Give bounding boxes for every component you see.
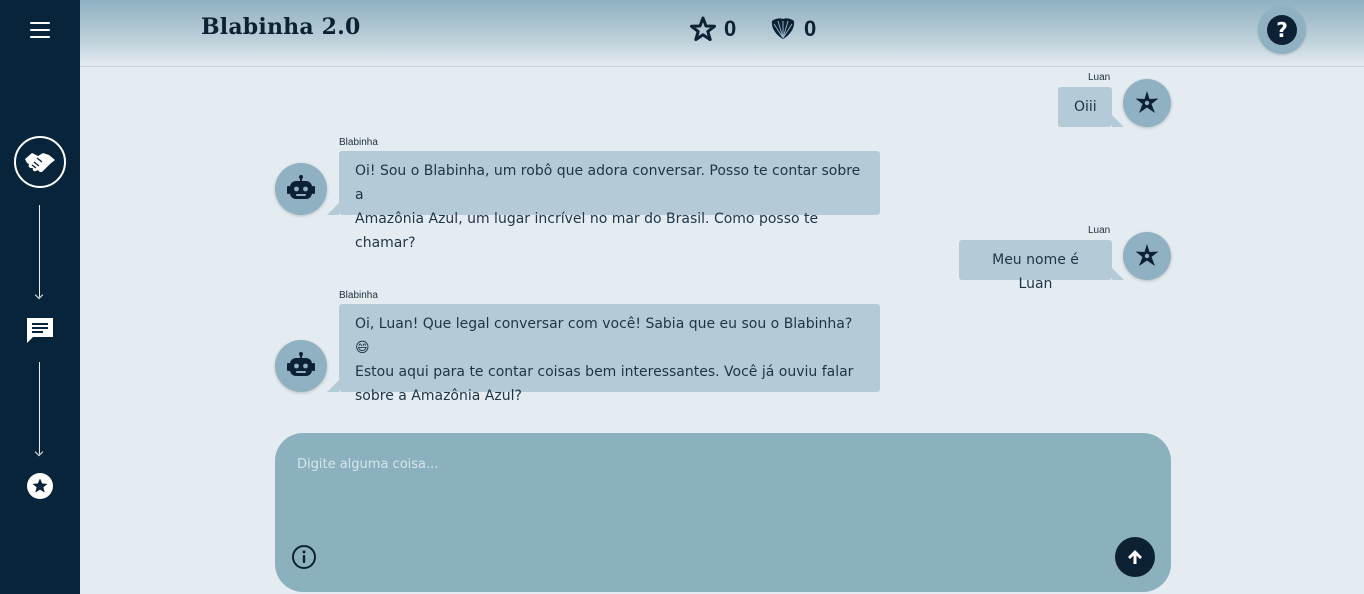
star-icon[interactable] bbox=[26, 472, 54, 500]
shells-counter: 0 bbox=[770, 16, 816, 42]
sidebar bbox=[0, 0, 80, 594]
send-button[interactable] bbox=[1115, 537, 1155, 577]
sender-name: Blabinha bbox=[339, 290, 378, 301]
flow-arrow bbox=[39, 205, 40, 297]
handshake-icon[interactable] bbox=[14, 136, 66, 188]
starfish-icon bbox=[1135, 91, 1159, 113]
message-composer bbox=[275, 433, 1171, 592]
message-text: Meu nome é Luan bbox=[992, 252, 1079, 292]
message-line: sobre a Amazônia Azul? bbox=[355, 388, 522, 404]
shell-icon bbox=[771, 18, 795, 39]
message-line: Amazônia Azul, um lugar incrível no mar … bbox=[355, 211, 819, 251]
flow-arrow bbox=[39, 362, 40, 454]
robot-icon bbox=[287, 352, 315, 376]
sender-name: Luan bbox=[1088, 72, 1111, 83]
info-icon[interactable] bbox=[291, 544, 317, 570]
robot-icon bbox=[287, 175, 315, 199]
top-bar: Blabinha 2.0 0 0 ? bbox=[80, 0, 1364, 67]
shells-count: 0 bbox=[804, 16, 817, 41]
bot-avatar bbox=[275, 163, 327, 215]
help-button[interactable]: ? bbox=[1258, 6, 1306, 54]
menu-icon[interactable] bbox=[28, 20, 52, 40]
chat-icon[interactable] bbox=[26, 316, 54, 344]
message-line: Oi, Luan! Que legal conversar com você! … bbox=[355, 316, 853, 356]
message-line: Estou aqui para te contar coisas bem int… bbox=[355, 364, 854, 380]
user-avatar bbox=[1123, 232, 1171, 280]
bot-avatar bbox=[275, 340, 327, 392]
app-title: Blabinha 2.0 bbox=[201, 14, 361, 40]
stars-counter: 0 bbox=[690, 16, 736, 42]
user-avatar bbox=[1123, 79, 1171, 127]
sender-name: Luan bbox=[1088, 225, 1111, 236]
stars-count: 0 bbox=[724, 16, 737, 41]
message-line: Oi! Sou o Blabinha, um robô que adora co… bbox=[355, 163, 861, 203]
bot-message: Oi! Sou o Blabinha, um robô que adora co… bbox=[327, 151, 880, 251]
bot-message: Oi, Luan! Que legal conversar com você! … bbox=[327, 304, 880, 404]
sender-name: Blabinha bbox=[339, 137, 378, 148]
message-input[interactable] bbox=[297, 457, 1137, 527]
user-message: Oiii bbox=[1058, 87, 1124, 127]
help-icon: ? bbox=[1267, 15, 1297, 45]
user-message: Meu nome é Luan bbox=[959, 240, 1124, 292]
starfish-icon bbox=[1135, 244, 1159, 266]
arrow-up-icon bbox=[1128, 550, 1142, 564]
message-text: Oiii bbox=[1074, 99, 1097, 115]
star-outline-icon bbox=[690, 16, 716, 42]
